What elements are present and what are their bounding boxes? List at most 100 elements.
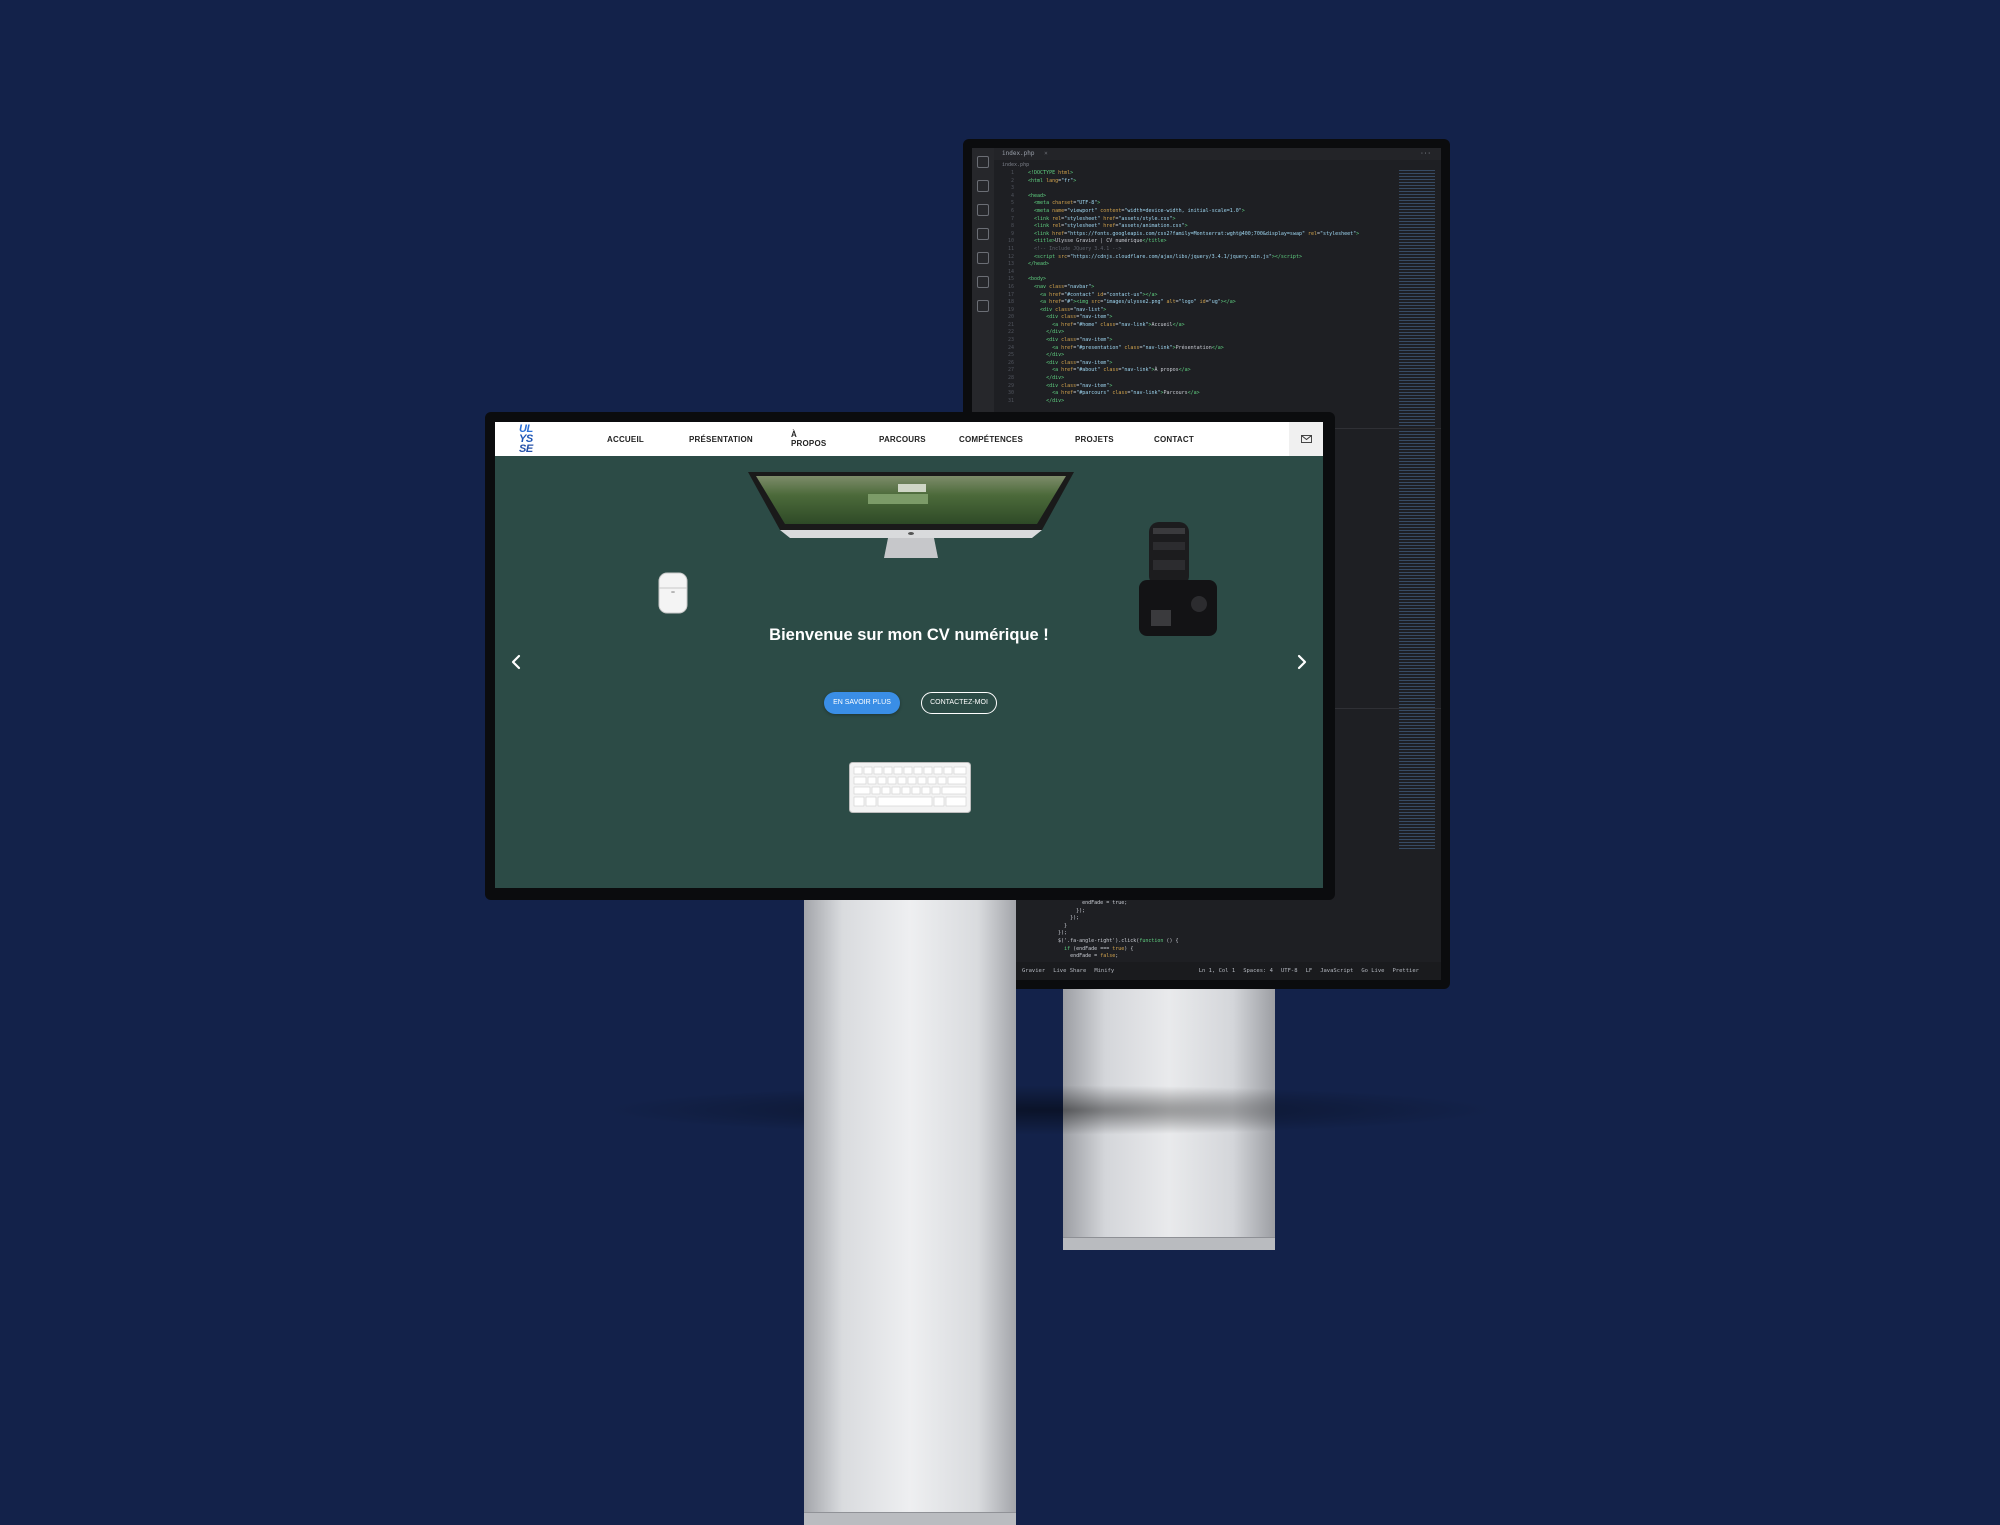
code-text: </head> — [1028, 261, 1050, 268]
code-line[interactable]: 7 <link rel="stylesheet" href="assets/st… — [994, 216, 1364, 224]
code-line[interactable]: 14 — [994, 269, 1364, 277]
code-area-bottom[interactable]: endFade = true; }); }); } }); $('.fa-ang… — [1012, 900, 1382, 960]
code-line[interactable]: if (endFade === true) { — [1012, 946, 1382, 954]
line-number: 31 — [1007, 397, 1014, 404]
code-line[interactable]: 28 </div> — [994, 375, 1364, 383]
editor-breadcrumb[interactable]: index.php — [1002, 162, 1029, 168]
code-line[interactable]: }); — [1012, 908, 1382, 916]
code-line[interactable]: 18 <a href="#"><img src="images/ulysse2.… — [994, 299, 1364, 307]
code-text: <a href="#"><img src="images/ulysse2.png… — [1040, 299, 1236, 306]
code-line[interactable]: 5 <meta charset="UTF-8"> — [994, 200, 1364, 208]
code-text: <!-- Include JQuery 3.4.1 --> — [1034, 245, 1122, 252]
code-line[interactable]: 20 <div class="nav-item"> — [994, 314, 1364, 322]
live-share-icon[interactable] — [977, 300, 989, 312]
code-text: <title>Ulysse Gravier | CV numérique</ti… — [1034, 238, 1167, 245]
code-line[interactable]: endFade = true; — [1012, 900, 1382, 908]
carousel-next-button[interactable] — [1291, 652, 1311, 672]
code-line[interactable]: 30 <a href="#parcours" class="nav-link">… — [994, 390, 1364, 398]
code-line[interactable]: 4 <head> — [994, 193, 1364, 201]
line-number: 17 — [1007, 291, 1014, 298]
code-line[interactable]: 23 <div class="nav-item"> — [994, 337, 1364, 345]
line-number: 29 — [1007, 382, 1014, 389]
carousel-prev-button[interactable] — [507, 652, 527, 672]
code-line[interactable]: 12 <script src="https://cdnjs.cloudflare… — [994, 254, 1364, 262]
status-item[interactable]: Ln 1, Col 1 — [1199, 968, 1235, 974]
status-item[interactable]: Go Live — [1361, 968, 1384, 974]
code-line[interactable]: $('.fa-angle-right').click(function () { — [1012, 938, 1382, 946]
editor-minimap[interactable] — [1399, 170, 1435, 850]
nav-link-contact[interactable]: Contact — [1154, 435, 1194, 444]
line-number: 22 — [1007, 329, 1014, 336]
editor-tab-index-php[interactable]: index.php — [1002, 150, 1035, 157]
explorer-icon[interactable] — [977, 156, 989, 168]
code-text: <nav class="navbar"> — [1034, 283, 1095, 290]
run-debug-icon[interactable] — [977, 228, 989, 240]
line-number: 3 — [1010, 185, 1014, 192]
nav-link-projets[interactable]: Projets — [1075, 435, 1114, 444]
status-item[interactable]: Live Share — [1053, 968, 1086, 974]
line-number: 5 — [1010, 200, 1014, 207]
code-line[interactable]: 3 — [994, 185, 1364, 193]
search-icon[interactable] — [977, 180, 989, 192]
code-line[interactable]: 1 <!DOCTYPE html> — [994, 170, 1364, 178]
nav-link-accueil[interactable]: Accueil — [607, 435, 644, 444]
close-tab-icon[interactable]: × — [1044, 150, 1048, 157]
source-control-icon[interactable] — [977, 204, 989, 216]
code-line[interactable]: 11 <!-- Include JQuery 3.4.1 --> — [994, 246, 1364, 254]
code-line[interactable]: }); — [1012, 915, 1382, 923]
code-text: if (endFade === true) { — [1064, 945, 1134, 952]
line-number: 6 — [1010, 207, 1014, 214]
more-actions-icon[interactable]: ··· — [1420, 148, 1431, 160]
status-item[interactable]: Gravier — [1022, 968, 1045, 974]
remote-icon[interactable] — [977, 276, 989, 288]
status-item[interactable]: JavaScript — [1320, 968, 1353, 974]
status-item[interactable]: UTF-8 — [1281, 968, 1298, 974]
code-line[interactable]: 22 </div> — [994, 329, 1364, 337]
code-line[interactable]: endFade = false; — [1012, 953, 1382, 960]
line-number: 28 — [1007, 375, 1014, 382]
nav-link-presentation[interactable]: Présentation — [689, 435, 753, 444]
line-number: 14 — [1007, 268, 1014, 275]
contact-me-button[interactable]: Contactez-moi — [921, 692, 997, 714]
code-line[interactable]: 29 <div class="nav-item"> — [994, 383, 1364, 391]
code-line[interactable]: 25 </div> — [994, 352, 1364, 360]
nav-link-parcours[interactable]: Parcours — [879, 435, 926, 444]
code-line[interactable]: 15 <body> — [994, 276, 1364, 284]
site-logo[interactable]: UL YS SE — [519, 424, 537, 455]
nav-link-competences[interactable]: Compétences — [959, 435, 1023, 444]
code-line[interactable]: 24 <a href="#presentation" class="nav-li… — [994, 345, 1364, 353]
mail-button[interactable] — [1289, 422, 1323, 456]
code-line[interactable]: 19 <div class="nav-list"> — [994, 307, 1364, 315]
code-text: <head> — [1028, 192, 1047, 199]
code-line[interactable]: 17 <a href="#contact" id="contact-us"></… — [994, 292, 1364, 300]
code-text: <div class="nav-item"> — [1046, 337, 1113, 344]
code-line[interactable]: 27 <a href="#about" class="nav-link">À p… — [994, 367, 1364, 375]
front-monitor-stand — [804, 898, 1016, 1525]
extensions-icon[interactable] — [977, 252, 989, 264]
code-line[interactable]: } — [1012, 923, 1382, 931]
code-text: <link rel="stylesheet" href="assets/anim… — [1034, 223, 1188, 230]
status-item[interactable]: Prettier — [1393, 968, 1420, 974]
front-monitor-screen: UL YS SE Accueil Présentation À propos P… — [485, 412, 1335, 900]
code-line[interactable]: 16 <nav class="navbar"> — [994, 284, 1364, 292]
code-line[interactable]: 6 <meta name="viewport" content="width=d… — [994, 208, 1364, 216]
code-line[interactable]: 21 <a href="#home" class="nav-link">Accu… — [994, 322, 1364, 330]
line-number: 7 — [1010, 215, 1014, 222]
status-item[interactable]: Spaces: 4 — [1243, 968, 1273, 974]
status-item[interactable]: Minify — [1094, 968, 1114, 974]
code-line[interactable]: 31 </div> — [994, 398, 1364, 406]
learn-more-button[interactable]: En savoir plus — [824, 692, 900, 714]
code-text: <meta charset="UTF-8"> — [1034, 200, 1101, 207]
chevron-right-icon — [1297, 654, 1307, 670]
code-line[interactable]: }); — [1012, 930, 1382, 938]
code-line[interactable]: 13 </head> — [994, 261, 1364, 269]
nav-link-apropos[interactable]: À propos — [791, 430, 826, 448]
code-text: endFade = true; — [1046, 900, 1128, 906]
status-item[interactable]: LF — [1306, 968, 1313, 974]
camera-image — [1139, 522, 1217, 636]
code-line[interactable]: 2 <html lang="fr"> — [994, 178, 1364, 186]
code-line[interactable]: 8 <link rel="stylesheet" href="assets/an… — [994, 223, 1364, 231]
code-line[interactable]: 10 <title>Ulysse Gravier | CV numérique<… — [994, 238, 1364, 246]
code-text: <link href="https://fonts.googleapis.com… — [1034, 230, 1360, 237]
editor-tab-bar: index.php × ··· — [994, 148, 1441, 160]
